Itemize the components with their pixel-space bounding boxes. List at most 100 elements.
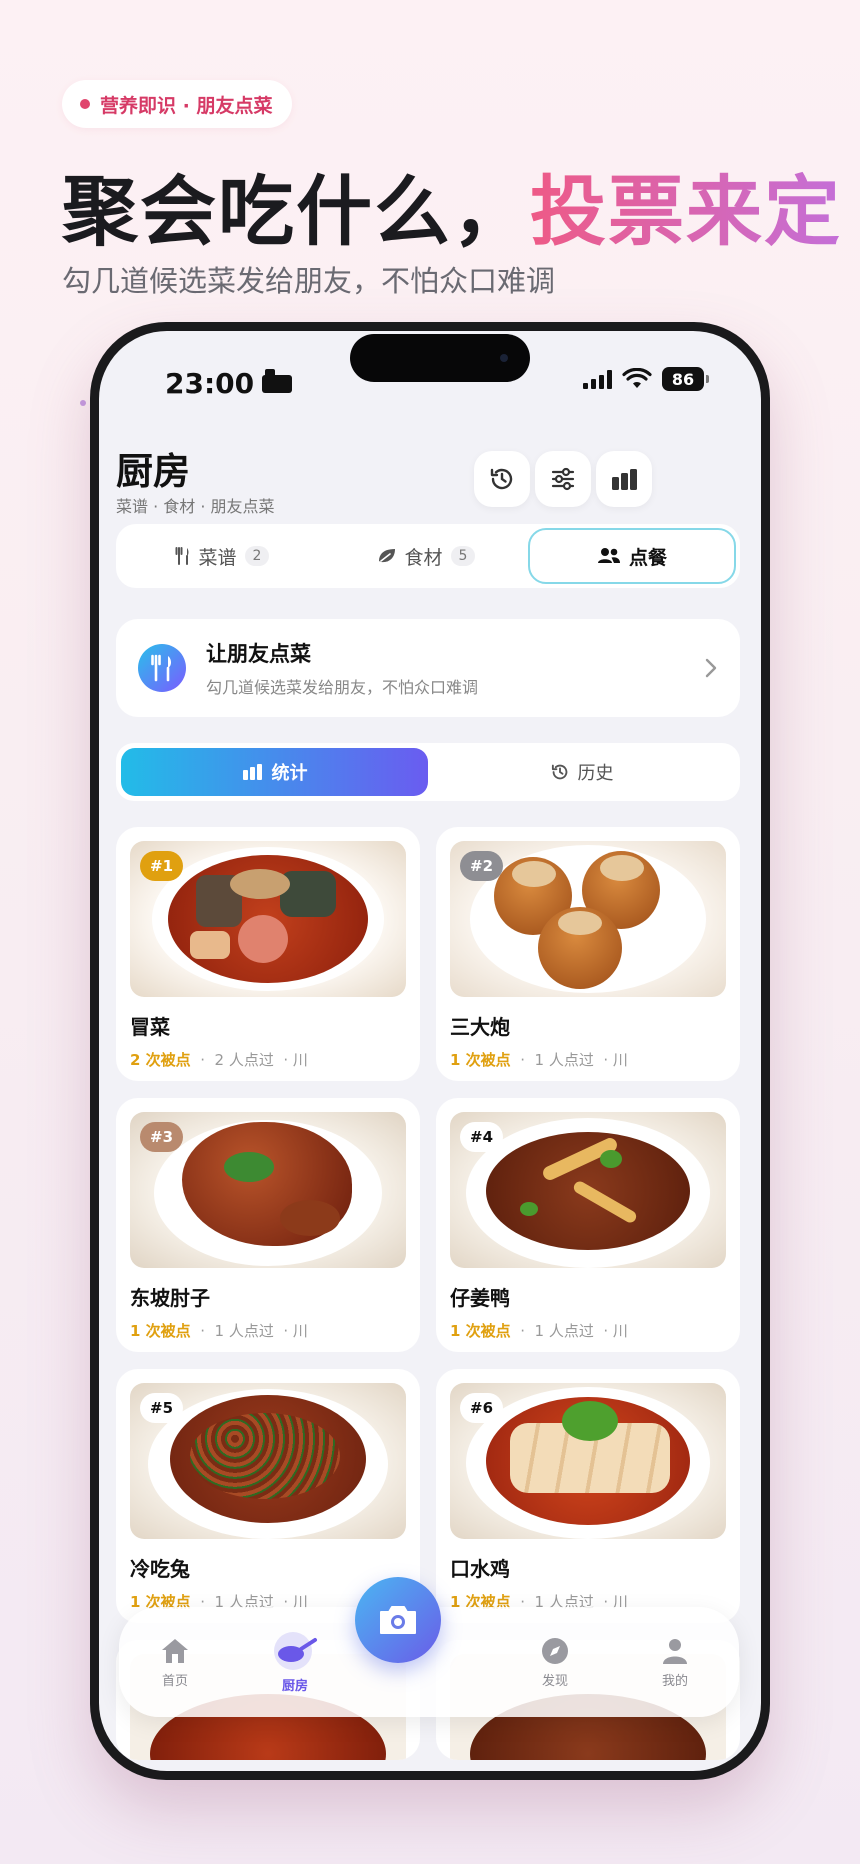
status-indicators: 86: [583, 367, 709, 391]
filter-settings-button[interactable]: [535, 451, 591, 507]
tab-ingredients[interactable]: 食材 5: [324, 528, 528, 584]
invite-title: 让朋友点菜: [206, 642, 311, 666]
phone-frame: 23:00 86 厨房 菜谱 · 食材 · 朋友点菜 菜谱 2 食材 5 点餐: [90, 322, 770, 1780]
phone-screen: 23:00 86 厨房 菜谱 · 食材 · 朋友点菜 菜谱 2 食材 5 点餐: [99, 331, 761, 1771]
chevron-right-icon: [705, 658, 717, 678]
feature-badge-label: 营养即识 · 朋友点菜: [100, 94, 273, 117]
people-icon: [597, 548, 620, 563]
history-button[interactable]: [474, 451, 530, 507]
dish-photo: #4: [450, 1112, 726, 1268]
dish-name: 冷吃兔: [130, 1557, 190, 1581]
cuisine-tag: 川: [612, 1322, 628, 1340]
dish-photo: #6: [450, 1383, 726, 1539]
badge-dot: [80, 99, 90, 109]
decorative-dot: [80, 400, 86, 406]
dish-name: 三大炮: [450, 1015, 510, 1039]
dish-name: 口水鸡: [450, 1557, 510, 1581]
rank-badge: #3: [140, 1122, 184, 1152]
dish-name: 冒菜: [130, 1015, 170, 1039]
rank-badge: #4: [460, 1122, 504, 1152]
tabbar-discover[interactable]: 发现: [505, 1607, 605, 1717]
cuisine-tag: 川: [292, 1051, 308, 1069]
utensils-circle-icon: [138, 644, 186, 692]
status-time-text: 23:00: [165, 367, 255, 400]
stats-button[interactable]: [596, 451, 652, 507]
dish-card[interactable]: #1 冒菜 2 次被点 · 2 人点过 · 川: [116, 827, 420, 1081]
tabbar-me[interactable]: 我的: [625, 1607, 725, 1717]
rank-badge: #6: [460, 1393, 504, 1423]
subtab-stats[interactable]: 统计: [121, 748, 428, 796]
dish-photo: #5: [130, 1383, 406, 1539]
tab-recipes-label: 菜谱: [198, 546, 237, 569]
stats-history-switch: 统计 历史: [116, 743, 740, 801]
dish-card[interactable]: #6 口水鸡 1 次被点 · 1 人点过 · 川: [436, 1369, 740, 1623]
cuisine-tag: 川: [292, 1322, 308, 1340]
tabbar-kitchen-label: 厨房: [281, 1678, 308, 1694]
page-subtitle: 菜谱 · 食材 · 朋友点菜: [116, 497, 275, 516]
bar-chart-icon: [612, 469, 637, 490]
dish-photo: #2: [450, 841, 726, 997]
rank-badge: #1: [140, 851, 184, 881]
cellular-signal-icon: [583, 369, 612, 389]
invite-description: 勾几道候选菜发给朋友，不怕众口难调: [206, 678, 479, 697]
dish-name: 仔姜鸭: [450, 1286, 510, 1310]
people-count: 1 人点过: [534, 1051, 594, 1069]
dish-meta: 1 次被点 · 1 人点过 · 川: [130, 1322, 308, 1340]
tabbar-me-label: 我的: [661, 1673, 688, 1689]
promo-subhead: 勾几道候选菜发给朋友，不怕众口难调: [62, 264, 556, 298]
people-count: 2 人点过: [214, 1051, 274, 1069]
compass-icon: [542, 1637, 568, 1664]
user-icon: [663, 1638, 687, 1664]
leaf-icon: [378, 549, 395, 563]
camera-button[interactable]: [355, 1577, 441, 1663]
home-icon: [162, 1638, 188, 1663]
dish-name: 东坡肘子: [130, 1286, 210, 1310]
vote-count: 2 次被点: [130, 1051, 191, 1069]
page-title: 厨房: [116, 450, 190, 493]
tab-ordering[interactable]: 点餐: [528, 528, 736, 584]
dish-card[interactable]: #3 东坡肘子 1 次被点 · 1 人点过 · 川: [116, 1098, 420, 1352]
bar-chart-small-icon: [242, 764, 262, 780]
people-count: 1 人点过: [214, 1322, 274, 1340]
dish-meta: 2 次被点 · 2 人点过 · 川: [130, 1051, 308, 1069]
feature-badge: 营养即识 · 朋友点菜: [62, 80, 293, 128]
vote-count: 1 次被点: [450, 1322, 511, 1340]
history-clock-small-icon: [551, 764, 567, 780]
dish-meta: 1 次被点 · 1 人点过 · 川: [450, 1051, 628, 1069]
fork-knife-icon: [175, 547, 189, 565]
bottom-tab-bar: 首页 厨房 发现 我的: [119, 1577, 739, 1717]
subtab-stats-label: 统计: [271, 763, 308, 784]
cuisine-tag: 川: [612, 1051, 628, 1069]
people-count: 1 人点过: [534, 1322, 594, 1340]
headline-part-a: 聚会吃什么，: [62, 167, 530, 256]
subtab-history-label: 历史: [577, 763, 614, 784]
dish-card[interactable]: #4 仔姜鸭 1 次被点 · 1 人点过 · 川: [436, 1098, 740, 1352]
sleep-bed-icon: [262, 368, 293, 393]
invite-friends-card[interactable]: 让朋友点菜 勾几道候选菜发给朋友，不怕众口难调: [116, 619, 740, 717]
frying-pan-icon: [274, 1631, 317, 1670]
wifi-icon: [622, 368, 652, 388]
subtab-history[interactable]: 历史: [428, 748, 735, 796]
tabbar-discover-label: 发现: [541, 1673, 568, 1689]
main-tab-bar: 菜谱 2 食材 5 点餐: [116, 524, 740, 588]
tab-ordering-label: 点餐: [628, 546, 667, 569]
dynamic-island: [350, 334, 530, 382]
tabbar-kitchen[interactable]: 厨房: [245, 1607, 345, 1717]
dish-photo: #3: [130, 1112, 406, 1268]
battery-icon: 86: [662, 367, 704, 391]
promo-headline: 聚会吃什么，投票来定: [62, 150, 842, 260]
tabbar-home[interactable]: 首页: [125, 1607, 225, 1717]
status-time: 23:00: [165, 367, 293, 400]
tabbar-home-label: 首页: [161, 1673, 188, 1689]
vote-count: 1 次被点: [450, 1051, 511, 1069]
vote-count: 1 次被点: [130, 1322, 191, 1340]
tab-recipes[interactable]: 菜谱 2: [120, 528, 324, 584]
headline-part-b: 投票来定: [530, 167, 842, 256]
sliders-icon: [551, 467, 575, 491]
dish-meta: 1 次被点 · 1 人点过 · 川: [450, 1322, 628, 1340]
tab-ingredients-count: 5: [450, 546, 476, 566]
dish-card[interactable]: #2 三大炮 1 次被点 · 1 人点过 · 川: [436, 827, 740, 1081]
camera-icon: [380, 1606, 416, 1634]
history-clock-icon: [490, 468, 513, 490]
tab-ingredients-label: 食材: [404, 546, 443, 569]
